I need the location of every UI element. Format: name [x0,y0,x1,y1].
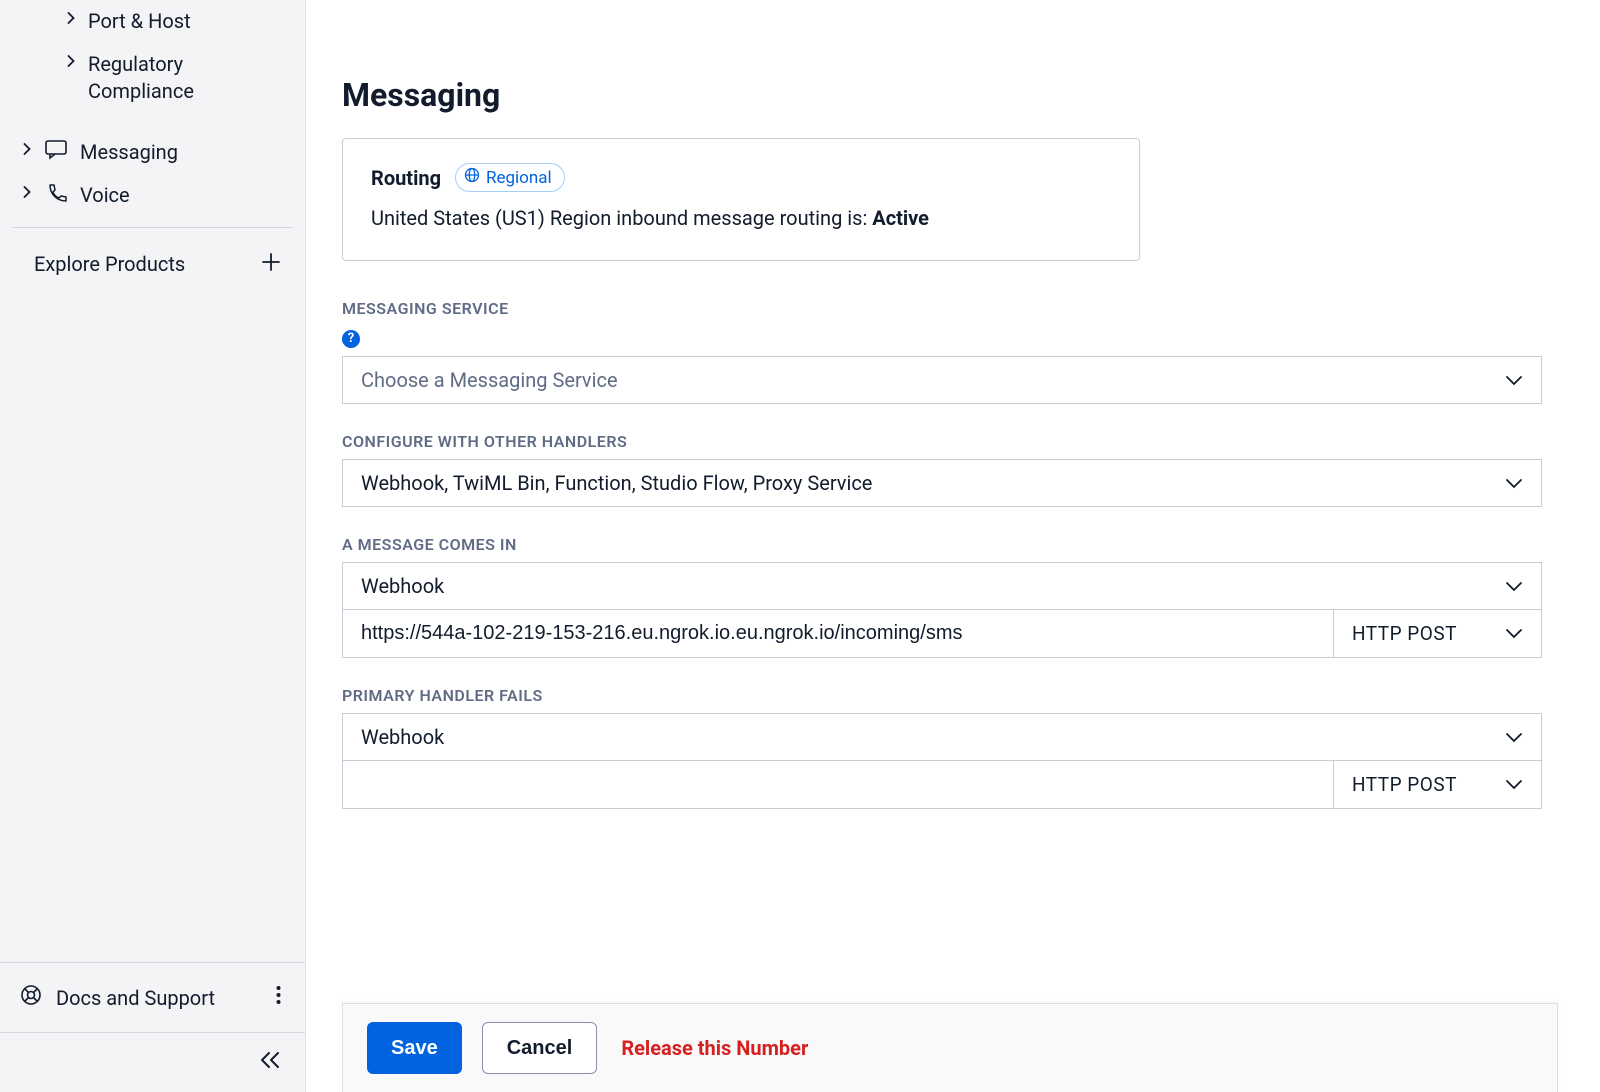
docs-and-support[interactable]: Docs and Support [20,984,215,1011]
sidebar-nav: Port & Host Regulatory Compliance Messag… [0,0,305,962]
sidebar-item-label: Messaging [80,139,287,166]
messaging-service-select[interactable]: Choose a Messaging Service [342,356,1542,404]
chevron-right-icon [20,186,34,198]
routing-title: Routing [371,166,441,190]
plus-icon [261,250,281,278]
routing-card: Routing Regional United States (US1) Reg… [342,138,1140,261]
chevron-down-icon [1505,368,1523,392]
kebab-menu-icon[interactable] [272,981,285,1014]
globe-icon [464,167,480,188]
message-http-method-select[interactable]: HTTP POST [1334,610,1542,658]
messaging-icon [44,140,70,160]
section-message-comes-in: A MESSAGE COMES IN Webhook HTTP POST [342,535,1542,658]
routing-status-value: Active [872,206,929,230]
chevron-down-icon [1505,622,1523,645]
explore-products-label: Explore Products [34,252,185,276]
field-label: MESSAGING SERVICE [342,299,1542,318]
release-number-link[interactable]: Release this Number [621,1036,808,1060]
sidebar-item-label: Regulatory Compliance [88,51,287,105]
chevron-down-icon [1505,471,1523,495]
select-value: Webhook [361,574,444,598]
section-configure-handlers: CONFIGURE WITH OTHER HANDLERS Webhook, T… [342,432,1542,507]
message-webhook-url-input[interactable] [342,610,1334,658]
chevron-down-icon [1505,574,1523,598]
main-content: Messaging Routing Regional United States… [306,0,1600,1092]
sidebar-item-port-host[interactable]: Port & Host [0,0,305,43]
explore-products[interactable]: Explore Products [0,238,305,290]
fallback-webhook-url-input[interactable] [342,761,1334,809]
sidebar-footer: Docs and Support [0,962,305,1032]
select-placeholder: Choose a Messaging Service [361,368,618,392]
chevron-down-icon [1505,773,1523,796]
action-bar: Save Cancel Release this Number [342,1003,1558,1092]
routing-status-text: United States (US1) Region inbound messa… [371,206,1111,230]
regional-badge-label: Regional [486,168,552,188]
sidebar-item-messaging[interactable]: Messaging [0,131,305,174]
select-value: HTTP POST [1352,622,1457,645]
chevron-right-icon [64,12,78,24]
sidebar-item-regulatory-compliance[interactable]: Regulatory Compliance [0,43,305,113]
configure-handlers-select[interactable]: Webhook, TwiML Bin, Function, Studio Flo… [342,459,1542,507]
select-value: Webhook [361,725,444,749]
collapse-sidebar-icon[interactable] [259,1051,281,1074]
page-title: Messaging [342,76,1558,114]
message-handler-select[interactable]: Webhook [342,562,1542,610]
regional-badge[interactable]: Regional [455,163,565,192]
field-label: CONFIGURE WITH OTHER HANDLERS [342,432,1542,451]
voice-icon [44,183,70,205]
sidebar-item-label: Voice [80,182,287,209]
field-label: PRIMARY HANDLER FAILS [342,686,1542,705]
sidebar-item-voice[interactable]: Voice [0,174,305,217]
field-label: A MESSAGE COMES IN [342,535,1542,554]
select-value: Webhook, TwiML Bin, Function, Studio Flo… [361,471,872,495]
fallback-http-method-select[interactable]: HTTP POST [1334,761,1542,809]
routing-header: Routing Regional [371,163,1111,192]
chevron-right-icon [64,55,78,67]
sidebar-divider [12,227,293,228]
select-value: HTTP POST [1352,773,1457,796]
help-icon[interactable]: ? [342,330,360,348]
support-icon [20,984,42,1011]
cancel-button[interactable]: Cancel [482,1022,598,1074]
sidebar-collapse-bar [0,1032,305,1092]
section-primary-handler-fails: PRIMARY HANDLER FAILS Webhook HTTP POST [342,686,1542,809]
fallback-handler-select[interactable]: Webhook [342,713,1542,761]
sidebar: Port & Host Regulatory Compliance Messag… [0,0,306,1092]
chevron-right-icon [20,143,34,155]
chevron-down-icon [1505,725,1523,749]
sidebar-item-label: Port & Host [88,8,287,35]
save-button[interactable]: Save [367,1022,462,1074]
section-messaging-service: MESSAGING SERVICE ? Choose a Messaging S… [342,299,1542,404]
docs-support-label: Docs and Support [56,986,215,1010]
